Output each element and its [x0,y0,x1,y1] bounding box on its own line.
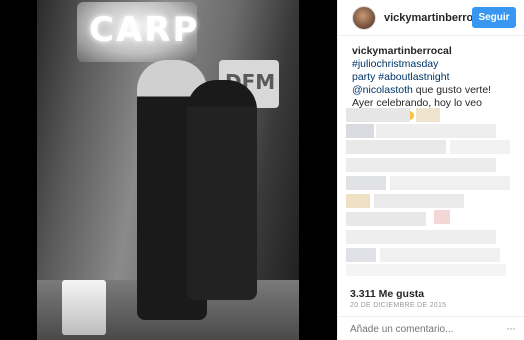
blur-block [390,176,510,190]
blur-block [380,248,500,262]
blur-block [376,124,496,138]
more-options-icon[interactable]: ··· [506,321,516,335]
post-date: 20 DE DICIEMBRE DE 2015 [350,302,447,309]
follow-button[interactable]: Seguir [472,7,516,28]
blur-block [346,212,426,226]
blur-block [346,158,496,172]
hashtag-juliochristmasday[interactable]: #juliochristmasday [352,58,438,70]
wall-sign-text: CARP [89,10,200,50]
blur-block [346,194,370,208]
comment-bar: ··· [338,316,524,340]
avatar[interactable] [352,6,376,30]
blur-block [346,264,506,276]
blur-block [416,108,440,122]
photo-lamp [62,280,106,335]
blur-block [434,210,450,224]
hashtag-aboutlastnight[interactable]: #aboutlastnight [378,71,449,83]
comment-input[interactable] [350,322,500,336]
caption-username[interactable]: vickymartinberrocal [352,45,452,57]
post-sidebar: vickymartinberrocal Seguir vickymartinbe… [337,0,524,340]
blur-block [346,124,374,138]
blur-block [346,108,410,122]
post-header: vickymartinberrocal Seguir [338,0,524,36]
blur-block [346,176,386,190]
blur-block [374,194,464,208]
likes-count[interactable]: 3.311 Me gusta [350,288,424,300]
post-photo[interactable]: CARP DFM [37,0,299,340]
person-woman [187,80,257,300]
caption-text-1: que gusto verte! [412,84,492,96]
hashtag-party-text[interactable]: party [352,71,375,83]
blur-block [346,248,376,262]
mention-nicolastoth[interactable]: @nicolastoth [352,84,413,96]
blur-block [450,140,510,154]
blurred-comments [346,108,521,278]
blur-block [346,230,496,244]
photo-pane: CARP DFM [0,0,337,340]
blur-block [346,140,446,154]
